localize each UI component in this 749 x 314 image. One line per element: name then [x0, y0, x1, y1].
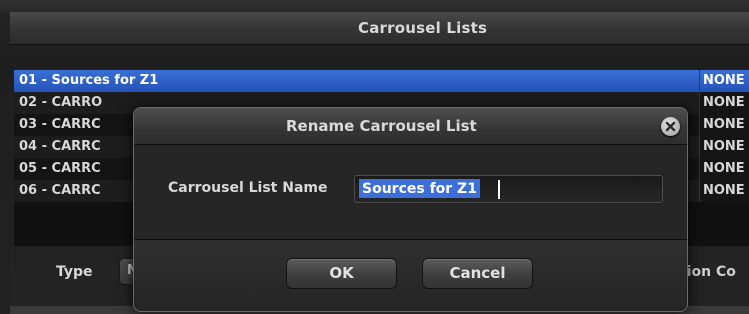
list-item-name: 03 - CARRC	[19, 117, 101, 132]
list-item[interactable]: 01 - Sources for Z1 NONE	[14, 70, 749, 92]
type-label: Type	[56, 264, 93, 280]
cancel-button[interactable]: Cancel	[422, 258, 533, 289]
list-item-name: 02 - CARRO	[19, 95, 103, 110]
dialog-body: Carrousel List Name Sources for Z1	[134, 145, 687, 239]
list-item-status: NONE	[699, 136, 749, 158]
list-name-value: Sources for Z1	[359, 179, 480, 198]
list-item-status: NONE	[699, 114, 749, 136]
window-title-bar: Carrousel Lists	[10, 12, 749, 45]
list-item-name: 04 - CARRC	[19, 139, 101, 154]
list-item-status: NONE	[699, 180, 749, 202]
list-name-label: Carrousel List Name	[168, 180, 328, 196]
window-title: Carrousel Lists	[358, 19, 488, 37]
carrousel-lists-window: Carrousel Lists 01 - Sources for Z1 NONE…	[0, 0, 749, 314]
list-item-name: 05 - CARRC	[19, 161, 101, 176]
dialog-footer: OK Cancel	[134, 240, 687, 311]
rename-dialog: Rename Carrousel List Carrousel List Nam…	[133, 107, 688, 312]
option-label: tion Co	[680, 264, 736, 280]
dialog-title: Rename Carrousel List	[286, 117, 477, 135]
background-window-edge	[0, 0, 749, 12]
list-item-name: 06 - CARRC	[19, 183, 101, 198]
list-item-status: NONE	[699, 92, 749, 114]
list-item-status: NONE	[699, 158, 749, 180]
list-item-status: NONE	[699, 70, 749, 92]
dialog-title-bar: Rename Carrousel List	[134, 108, 687, 145]
close-icon-glyph	[665, 121, 676, 132]
list-name-input[interactable]: Sources for Z1	[354, 175, 663, 203]
ok-button[interactable]: OK	[286, 258, 397, 289]
list-item-name: 01 - Sources for Z1	[19, 73, 159, 88]
close-icon[interactable]	[661, 117, 680, 136]
text-caret	[498, 180, 500, 199]
